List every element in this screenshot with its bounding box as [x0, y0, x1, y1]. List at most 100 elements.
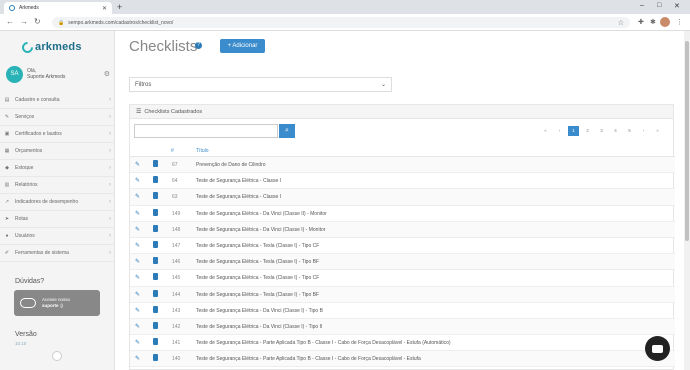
sidebar-item-servicos[interactable]: ✎ Serviços › [0, 109, 115, 126]
search-button[interactable]: ⌕ [279, 124, 295, 138]
user-name: Suporte Arkmeds [27, 74, 66, 80]
row-title: Teste de Segurança Elétrica - Tesla (Cla… [196, 242, 320, 249]
edit-icon[interactable]: ✎ [135, 291, 140, 298]
logo-text: arkmeds [35, 41, 82, 53]
route-icon: ➤ [4, 216, 10, 222]
trash-icon[interactable] [153, 321, 158, 329]
support-button[interactable]: Acesse nosso suporte :) [14, 290, 100, 316]
scrollbar-thumb[interactable] [685, 41, 689, 241]
sidebar: arkmeds SA Olá, Suporte Arkmeds ⚙ ▤ Cadas… [0, 31, 115, 370]
page-first[interactable]: « [540, 126, 551, 136]
edit-icon[interactable]: ✎ [135, 323, 140, 330]
close-window-icon[interactable]: ✕ [674, 2, 680, 10]
edit-icon[interactable]: ✎ [135, 242, 140, 249]
gear-icon[interactable]: ⚙ [104, 70, 110, 78]
bookmark-star-icon[interactable]: ☆ [618, 19, 624, 27]
row-id: 147 [172, 242, 181, 249]
row-title: Teste de Segurança Elétrica - Da Vinci (… [196, 210, 327, 217]
edit-icon[interactable]: ✎ [135, 161, 140, 168]
minimize-icon[interactable]: – [640, 2, 644, 9]
sidebar-item-certificados[interactable]: ▣ Certificados e laudos › [0, 126, 115, 143]
trash-icon[interactable] [153, 224, 158, 232]
edit-icon[interactable]: ✎ [135, 226, 140, 233]
support-line-2: suporte :) [42, 303, 63, 308]
page-scrollbar[interactable] [684, 31, 690, 370]
arkmeds-favicon-icon [9, 5, 15, 11]
user-icon: ● [5, 233, 9, 239]
sidebar-item-label: Cadastro e consulta [15, 97, 60, 103]
page-prev[interactable]: ‹ [554, 126, 565, 136]
collapse-sidebar-toggle[interactable] [52, 351, 62, 361]
forward-icon[interactable]: → [20, 17, 28, 26]
profile-avatar[interactable] [660, 17, 670, 27]
trash-icon[interactable] [153, 289, 158, 297]
page-3[interactable]: 3 [596, 126, 607, 136]
trash-icon[interactable] [153, 160, 158, 167]
new-tab-icon[interactable]: + [117, 2, 122, 12]
edit-icon[interactable]: ✎ [135, 258, 140, 265]
browser-tab[interactable]: Arkmeds ✕ [4, 2, 112, 14]
edit-icon[interactable]: ✎ [135, 210, 140, 217]
table-row: ✎ 147 Teste de Segurança Elétrica - Tesla … [130, 238, 675, 255]
arkmeds-logo[interactable]: arkmeds [19, 39, 82, 55]
trash-icon[interactable] [153, 208, 158, 216]
edit-icon[interactable]: ✎ [135, 193, 140, 200]
browser-menu-icon[interactable]: ⋮ [676, 18, 683, 26]
sidebar-item-usuarios[interactable]: ● Usuários › [0, 228, 115, 245]
trash-icon[interactable] [153, 192, 158, 200]
chat-widget-button[interactable] [645, 336, 670, 361]
row-id: 63 [172, 194, 178, 201]
table-body: ✎ 67 Prevenção de Dano de Cilindro ✎ 64 Test… [130, 157, 675, 368]
page-5[interactable]: 5 [624, 126, 635, 136]
wrench-icon: ✎ [4, 114, 10, 120]
close-tab-icon[interactable]: ✕ [102, 5, 107, 12]
edit-icon[interactable]: ✎ [135, 307, 140, 314]
sidebar-item-label: Relatórios [15, 182, 38, 188]
trash-icon[interactable] [153, 273, 158, 281]
sidebar-item-relatorios[interactable]: ▥ Relatórios › [0, 177, 115, 194]
trash-icon[interactable] [153, 240, 158, 248]
edit-icon[interactable]: ✎ [135, 274, 140, 281]
page-2[interactable]: 2 [582, 126, 593, 136]
trash-icon[interactable] [153, 354, 158, 362]
chat-icon [652, 344, 663, 353]
page-1[interactable]: 1 [568, 126, 579, 136]
row-id: 140 [172, 356, 181, 363]
sidebar-item-cadastro[interactable]: ▤ Cadastro e consulta › [0, 92, 115, 109]
add-checklist-button[interactable]: + Adicionar [220, 39, 265, 53]
page-last[interactable]: » [652, 126, 663, 136]
user-profile: SA Olá, Suporte Arkmeds ⚙ [6, 64, 110, 84]
version-number: 10.10 [15, 341, 27, 346]
help-icon[interactable]: ? [195, 42, 202, 49]
edit-icon[interactable]: ✎ [135, 177, 140, 184]
table-row: ✎ 141 Teste de Segurança Elétrica - Parte … [130, 335, 675, 352]
maximize-icon[interactable]: □ [657, 2, 661, 9]
filters-dropdown[interactable]: Filtros ⌄ [129, 77, 392, 92]
page-next[interactable]: › [638, 126, 649, 136]
search-icon: ⌕ [285, 127, 289, 134]
trash-icon[interactable] [153, 305, 158, 313]
sidebar-item-indicadores[interactable]: ↗ Indicadores de desempenho › [0, 194, 115, 211]
address-bar[interactable]: 🔒 sempo.arkmeds.com/cadastros/checklist_… [52, 17, 630, 28]
pagination: « ‹ 1 2 3 4 5 › » [537, 126, 663, 136]
back-icon[interactable]: ← [6, 17, 14, 26]
sidebar-item-label: Estoque [15, 165, 34, 171]
edit-icon[interactable]: ✎ [135, 355, 140, 362]
puzzle-icon[interactable]: ✱ [650, 18, 656, 26]
main-content: Checklists ? + Adicionar Filtros ⌄ ☰ Che… [115, 31, 690, 370]
sidebar-item-estoque[interactable]: ◆ Estoque › [0, 160, 115, 177]
search-input[interactable] [134, 124, 278, 138]
edit-icon[interactable]: ✎ [135, 339, 140, 346]
sidebar-item-ferramentas[interactable]: ✐ Ferramentas de sistema › [0, 245, 115, 262]
trash-icon[interactable] [153, 338, 158, 346]
trash-icon[interactable] [153, 257, 158, 265]
avatar[interactable]: SA [6, 65, 23, 83]
reload-icon[interactable]: ↻ [34, 17, 41, 26]
sidebar-item-orcamentos[interactable]: ▦ Orçamentos › [0, 143, 115, 160]
column-title[interactable]: Título [196, 148, 209, 154]
trash-icon[interactable] [153, 176, 158, 184]
extension-icon[interactable]: ✚ [638, 18, 644, 26]
page-4[interactable]: 4 [610, 126, 621, 136]
column-id[interactable]: # [171, 148, 174, 154]
sidebar-item-rotas[interactable]: ➤ Rotas › [0, 211, 115, 228]
